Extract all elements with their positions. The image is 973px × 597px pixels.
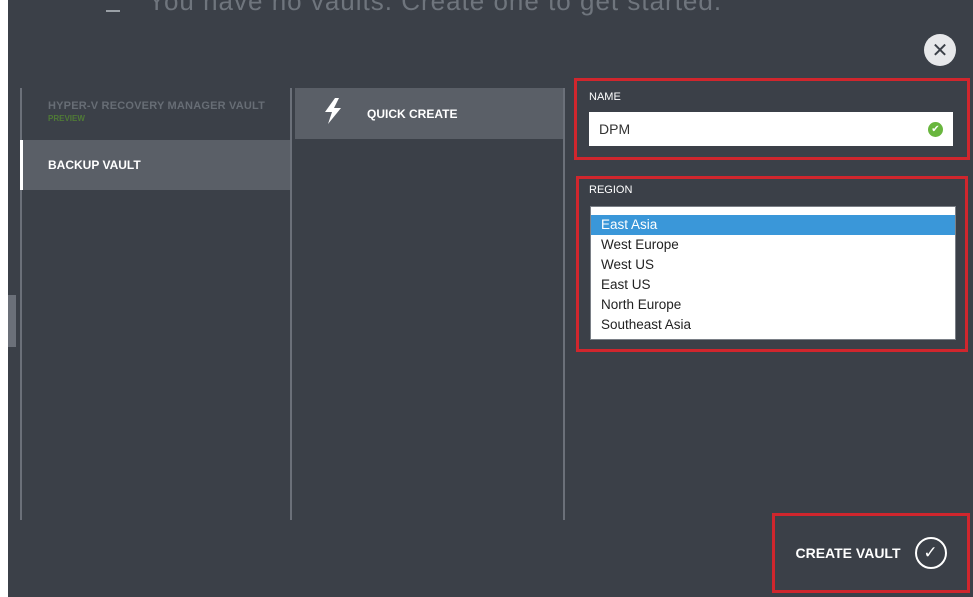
column-divider-middle [290,88,292,520]
close-button[interactable]: ✕ [924,34,956,66]
region-option-north-europe[interactable]: North Europe [591,295,955,315]
region-label: REGION [589,184,633,196]
close-icon: ✕ [931,39,949,62]
quick-create-label: QUICK CREATE [367,106,458,121]
create-vault-label: CREATE VAULT [795,545,901,561]
region-option-west-us[interactable]: West US [591,255,955,275]
background-page-title: You have no vaults. Create one to get st… [148,0,723,16]
side-scroll-handle[interactable] [8,295,16,347]
name-input[interactable]: DPM ✔ [589,112,953,146]
vault-type-label: BACKUP VAULT [48,158,141,172]
lightning-bolt-icon [323,97,353,130]
valid-check-icon: ✔ [928,121,943,137]
quick-create-option[interactable]: QUICK CREATE [295,88,563,139]
name-label: NAME [589,91,621,103]
vault-type-hyperv-recovery[interactable]: HYPER-V RECOVERY MANAGER VAULT PREVIEW [20,90,290,140]
region-listbox[interactable]: East Asia West Europe West US East US No… [590,206,956,340]
header-dash [106,10,120,12]
preview-badge: PREVIEW [48,114,85,123]
region-option-east-us[interactable]: East US [591,275,955,295]
vault-type-label: HYPER-V RECOVERY MANAGER VAULT [48,100,266,112]
region-option-east-asia[interactable]: East Asia [591,215,955,235]
name-input-value: DPM [599,121,631,137]
background-page-header: You have no vaults. Create one to get st… [8,0,973,16]
column-divider-right [563,88,565,520]
checkmark-icon: ✓ [914,537,947,569]
region-option-southeast-asia[interactable]: Southeast Asia [591,315,955,335]
create-vault-button[interactable]: CREATE VAULT ✓ [779,521,963,585]
vault-type-backup[interactable]: BACKUP VAULT [20,140,290,190]
create-vault-dialog: You have no vaults. Create one to get st… [8,0,973,597]
region-option-west-europe[interactable]: West Europe [591,235,955,255]
